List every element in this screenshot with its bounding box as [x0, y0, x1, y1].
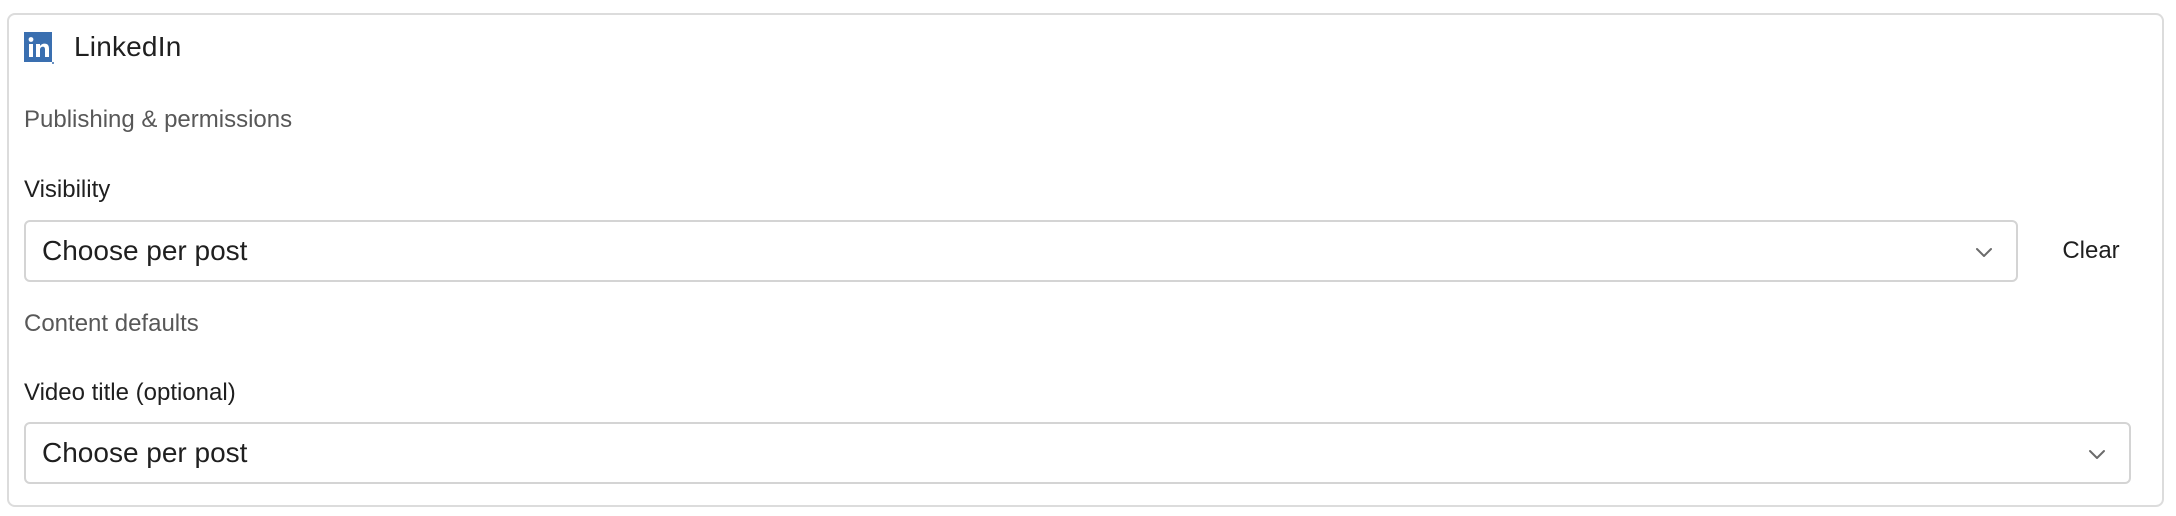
chevron-down-icon: [1972, 239, 1996, 263]
section-publishing-permissions: Publishing & permissions: [24, 106, 293, 133]
clear-visibility-button[interactable]: Clear: [2040, 230, 2142, 272]
card-header: LinkedIn: [24, 28, 181, 66]
linkedin-logo-icon: [24, 32, 54, 64]
integration-title: LinkedIn: [74, 31, 182, 62]
video-title-select-value: Choose per post: [42, 437, 248, 468]
section-content-defaults: Content defaults: [24, 310, 199, 337]
visibility-select-value: Choose per post: [42, 235, 248, 266]
chevron-down-icon: [2085, 441, 2109, 465]
video-title-select[interactable]: Choose per post: [24, 422, 2131, 484]
visibility-select[interactable]: Choose per post: [24, 220, 2018, 282]
video-title-label: Video title (optional): [24, 379, 236, 406]
visibility-label: Visibility: [24, 176, 111, 203]
